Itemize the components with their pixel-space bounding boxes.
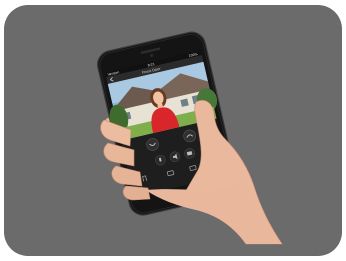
product-image-stage: Verizon 8:21 100% Front Door [0, 0, 346, 261]
finger-pinky [122, 185, 151, 201]
hand-holding-phone-illustration: Verizon 8:21 100% Front Door [97, 31, 283, 245]
